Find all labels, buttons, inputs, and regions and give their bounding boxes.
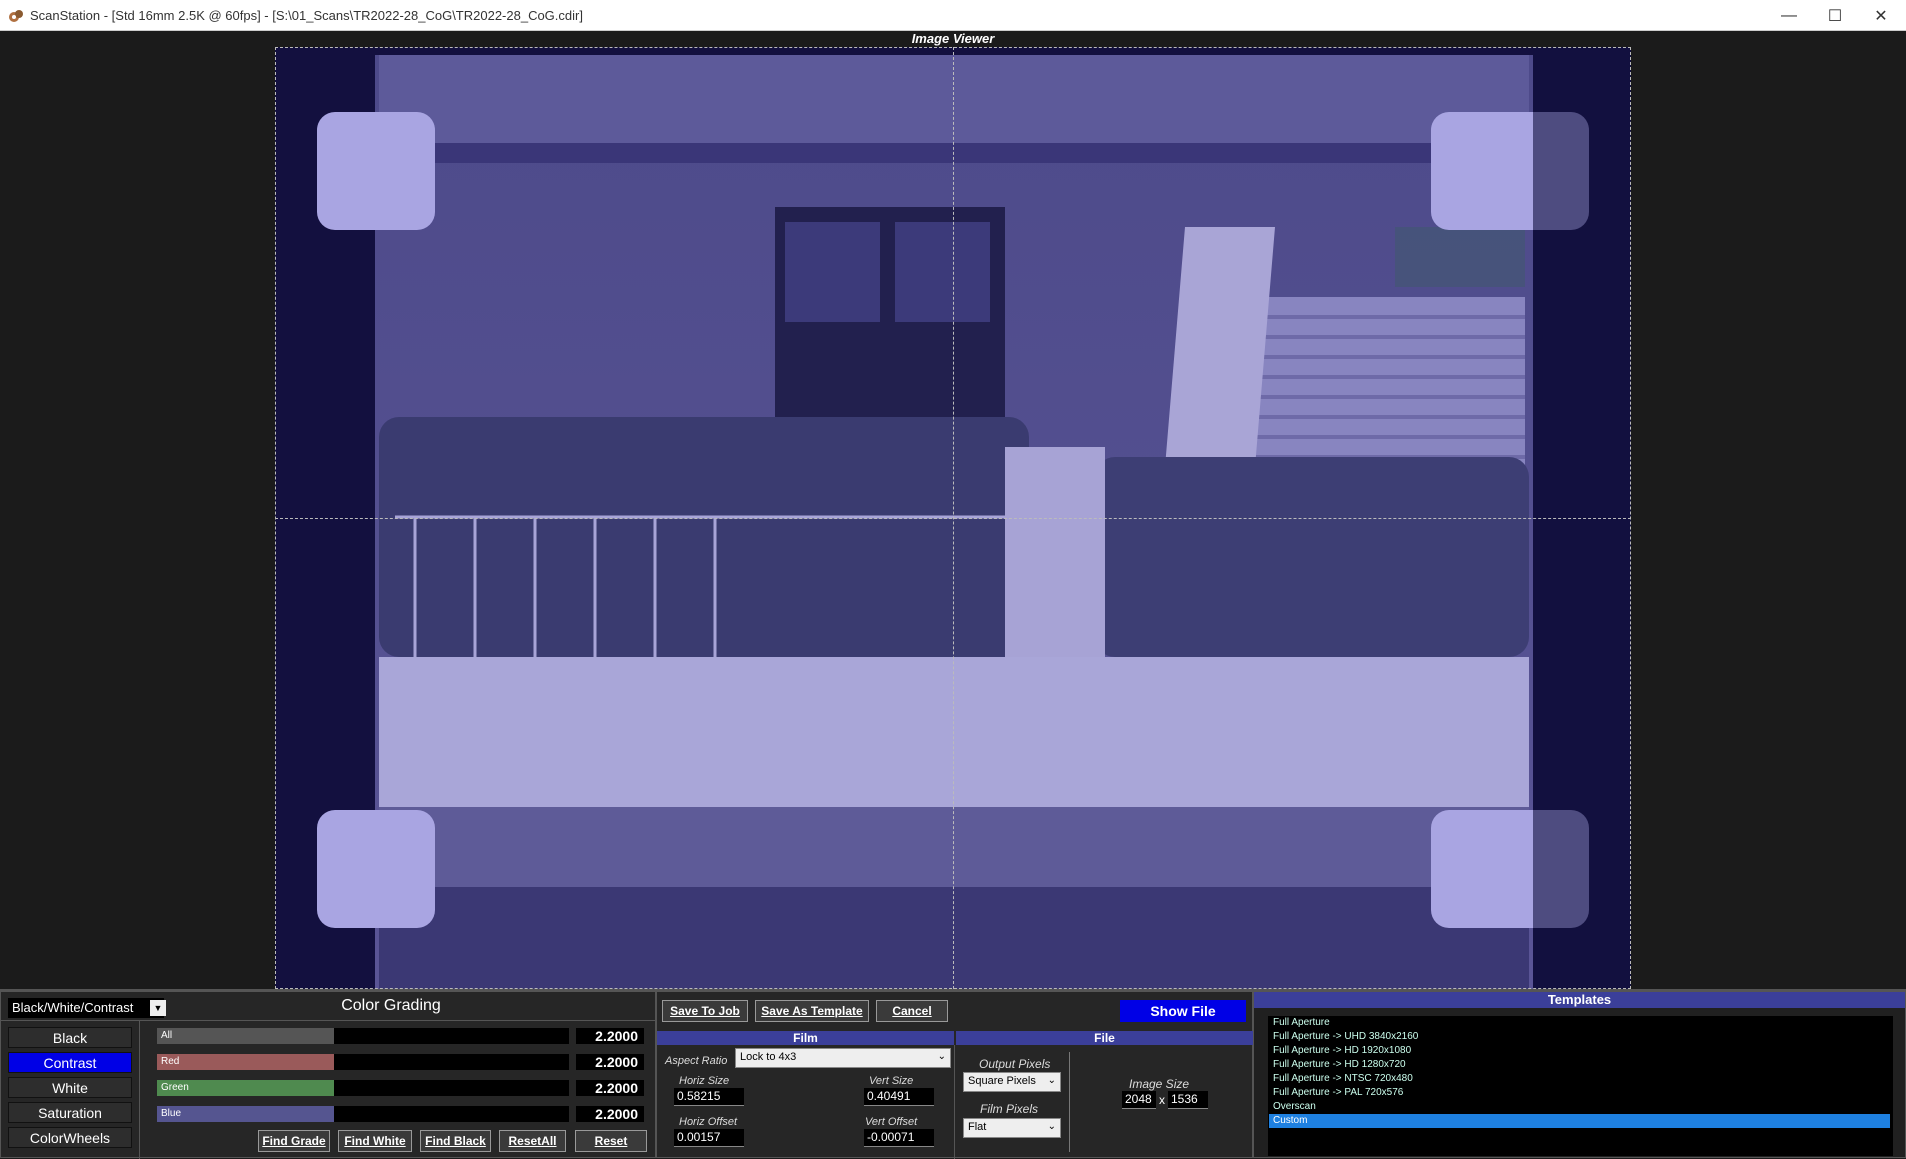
divider <box>1 1020 657 1021</box>
template-item-overscan[interactable]: Overscan <box>1269 1100 1890 1114</box>
tab-black[interactable]: Black <box>8 1027 132 1048</box>
slider-green[interactable]: Green <box>157 1080 569 1096</box>
template-item-uhd[interactable]: Full Aperture -> UHD 3840x2160 <box>1269 1030 1890 1044</box>
output-pixels-value: Square Pixels <box>968 1075 1036 1087</box>
cancel-button[interactable]: Cancel <box>876 1000 948 1022</box>
save-as-template-button[interactable]: Save As Template <box>755 1000 869 1022</box>
aspect-ratio-value: Lock to 4x3 <box>740 1051 797 1063</box>
dimension-separator: x <box>1159 1093 1165 1107</box>
film-frame-image <box>275 47 1631 989</box>
slider-red-fill: Red <box>157 1054 335 1070</box>
grading-mode-label: Black/White/Contrast <box>12 1000 134 1015</box>
save-to-job-button[interactable]: Save To Job <box>662 1000 748 1022</box>
slider-all[interactable]: All <box>157 1028 569 1044</box>
show-file-button[interactable]: Show File <box>1120 1000 1246 1022</box>
tab-contrast[interactable]: Contrast <box>8 1052 132 1073</box>
template-item-full-aperture[interactable]: Full Aperture <box>1269 1016 1890 1030</box>
film-pixels-select[interactable]: Flat ⌄ <box>963 1118 1061 1138</box>
bottom-control-area: Black/White/Contrast ▼ Color Grading Bla… <box>0 989 1906 1159</box>
slider-green-value[interactable]: 2.2000 <box>576 1080 644 1096</box>
vert-offset-field[interactable]: -0.00071 <box>864 1129 934 1147</box>
find-grade-button[interactable]: Find Grade <box>258 1130 330 1152</box>
template-item-hd-720[interactable]: Full Aperture -> HD 1280x720 <box>1269 1058 1890 1072</box>
film-section-header: Film <box>657 1031 954 1045</box>
chevron-down-icon: ⌄ <box>1047 1121 1056 1132</box>
divider <box>954 1045 955 1159</box>
image-height-field[interactable]: 1536 <box>1168 1091 1208 1109</box>
aspect-ratio-select[interactable]: Lock to 4x3 ⌄ <box>735 1048 951 1068</box>
tab-saturation[interactable]: Saturation <box>8 1102 132 1123</box>
slider-all-value[interactable]: 2.2000 <box>576 1028 644 1044</box>
chevron-down-icon: ⌄ <box>937 1051 946 1062</box>
vert-size-field[interactable]: 0.40491 <box>864 1088 934 1106</box>
minimize-button[interactable]: — <box>1766 0 1812 31</box>
find-black-button[interactable]: Find Black <box>420 1130 491 1152</box>
slider-blue-value[interactable]: 2.2000 <box>576 1106 644 1122</box>
output-pixels-label: Output Pixels <box>979 1057 1051 1071</box>
tab-colorwheels[interactable]: ColorWheels <box>8 1127 132 1148</box>
horiz-size-label: Horiz Size <box>679 1075 730 1087</box>
color-grading-title: Color Grading <box>341 997 441 1014</box>
slider-blue[interactable]: Blue <box>157 1106 569 1122</box>
template-item-pal[interactable]: Full Aperture -> PAL 720x576 <box>1269 1086 1890 1100</box>
template-item-hd-1080[interactable]: Full Aperture -> HD 1920x1080 <box>1269 1044 1890 1058</box>
close-button[interactable]: ✕ <box>1858 0 1904 31</box>
aspect-ratio-label: Aspect Ratio <box>665 1055 728 1067</box>
templates-header: Templates <box>1254 992 1905 1008</box>
horiz-size-field[interactable]: 0.58215 <box>674 1088 744 1106</box>
find-white-button[interactable]: Find White <box>338 1130 412 1152</box>
divider <box>139 1020 140 1159</box>
divider <box>1069 1052 1070 1152</box>
image-size-label: Image Size <box>1129 1077 1190 1091</box>
slider-green-fill: Green <box>157 1080 335 1096</box>
horiz-offset-field[interactable]: 0.00157 <box>674 1129 744 1147</box>
slider-blue-fill: Blue <box>157 1106 335 1122</box>
title-bar: ScanStation - [Std 16mm 2.5K @ 60fps] - … <box>0 0 1906 31</box>
image-width-field[interactable]: 2048 <box>1122 1091 1156 1109</box>
maximize-button[interactable]: ☐ <box>1812 0 1858 31</box>
image-viewer-label: Image Viewer <box>911 31 995 46</box>
slider-red[interactable]: Red <box>157 1054 569 1070</box>
film-pixels-label: Film Pixels <box>980 1102 1039 1116</box>
color-grading-panel: Black/White/Contrast ▼ Color Grading Bla… <box>0 991 657 1159</box>
slider-red-value[interactable]: 2.2000 <box>576 1054 644 1070</box>
image-viewer[interactable] <box>275 47 1631 989</box>
output-pixels-select[interactable]: Square Pixels ⌄ <box>963 1072 1061 1092</box>
horiz-offset-label: Horiz Offset <box>679 1116 738 1128</box>
film-pixels-value: Flat <box>968 1121 987 1133</box>
chevron-down-icon: ⌄ <box>1047 1075 1056 1086</box>
template-item-ntsc[interactable]: Full Aperture -> NTSC 720x480 <box>1269 1072 1890 1086</box>
template-item-custom[interactable]: Custom <box>1269 1114 1890 1128</box>
slider-all-fill: All <box>157 1028 335 1044</box>
reset-all-button[interactable]: ResetAll <box>499 1130 566 1152</box>
reset-button[interactable]: Reset <box>575 1130 647 1152</box>
window-title: ScanStation - [Std 16mm 2.5K @ 60fps] - … <box>30 8 583 23</box>
tab-white[interactable]: White <box>8 1077 132 1098</box>
file-section-header: File <box>956 1031 1253 1045</box>
app-icon <box>9 10 23 22</box>
crop-settings-panel: Save To Job Save As Template Cancel Show… <box>656 991 1253 1159</box>
vert-size-label: Vert Size <box>869 1075 914 1087</box>
vert-offset-label: Vert Offset <box>865 1116 918 1128</box>
